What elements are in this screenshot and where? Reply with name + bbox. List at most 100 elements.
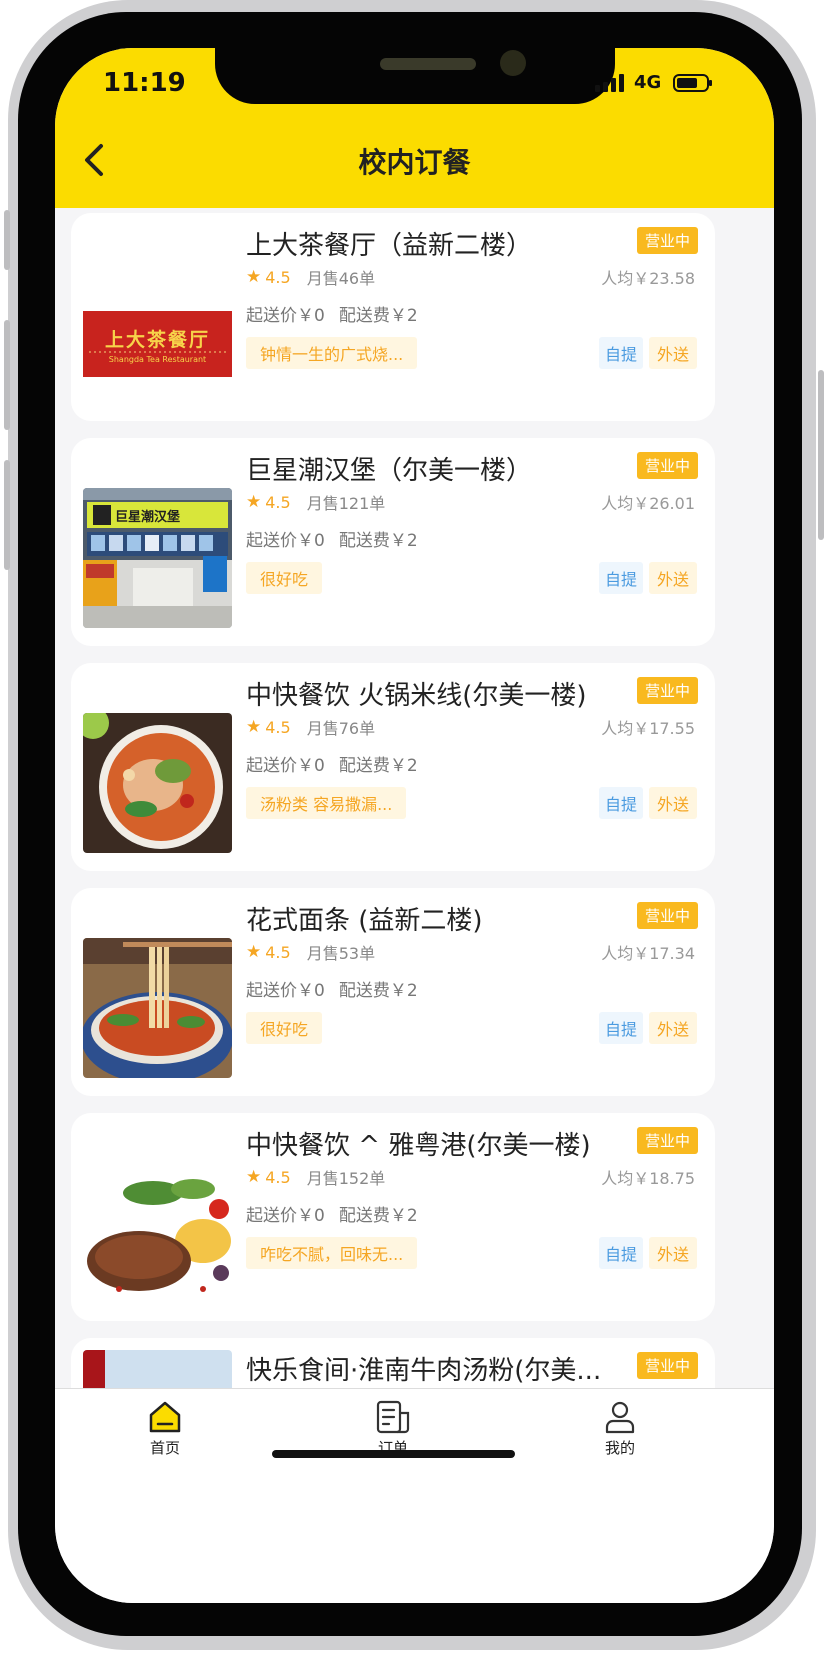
delivery-info: 起送价￥0 配送费￥2 <box>246 301 418 326</box>
pickup-tag: 自提 <box>599 1237 644 1269</box>
network-type: 4G <box>634 72 662 93</box>
tab-profile[interactable]: 我的 <box>560 1389 680 1458</box>
status-badge: 营业中 <box>637 1352 699 1379</box>
status-time: 11:19 <box>103 68 186 98</box>
mute-switch <box>4 210 10 270</box>
tab-home-label: 首页 <box>149 1439 180 1457</box>
bottom-tab-bar: 首页 订单 我的 <box>55 1388 774 1603</box>
status-badge: 营业中 <box>637 677 699 704</box>
tagline-tag: 钟情一生的广式烧... <box>246 337 418 369</box>
front-camera <box>500 50 526 76</box>
delivery-info: 起送价￥0 配送费￥2 <box>246 976 418 1001</box>
monthly-sales: 月售46单 <box>306 269 376 288</box>
delivery-fee: 配送费￥2 <box>338 306 418 326</box>
delivery-info: 起送价￥0 配送费￥2 <box>246 751 418 776</box>
restaurant-storefront-image: 巨星潮汉堡 <box>83 488 232 628</box>
rating-value: 4.5 <box>265 717 291 737</box>
monthly-sales: 月售76单 <box>306 719 376 738</box>
delivery-fee: 配送费￥2 <box>338 1206 418 1226</box>
rating-value: 4.5 <box>265 492 291 512</box>
app-header: 11:19 4G 校内订餐 <box>55 48 774 208</box>
min-order: 起送价￥0 <box>246 981 325 1001</box>
restaurant-card[interactable]: 中快餐饮 火锅米线(尔美一楼) 营业中 ★ 4.5 月售76单 人均￥17.55… <box>71 663 715 871</box>
storefront-sign-text: 巨星潮汉堡 <box>115 510 181 525</box>
restaurant-name[interactable]: 中快餐饮 ^ 雅粤港(尔美一楼) <box>246 1125 626 1162</box>
signal-icon <box>595 73 624 92</box>
restaurant-card[interactable]: 中快餐饮 ^ 雅粤港(尔美一楼) 营业中 ★ 4.5 月售152单 人均￥18.… <box>71 1113 715 1321</box>
star-icon: ★ <box>246 1167 262 1187</box>
star-icon: ★ <box>246 717 262 737</box>
rating-value: 4.5 <box>265 942 291 962</box>
order-icon <box>376 1400 410 1434</box>
status-badge: 营业中 <box>637 227 699 254</box>
restaurant-logo-image: 上大茶餐厅 Shangda Tea Restaurant <box>83 263 232 403</box>
power-button <box>818 370 824 540</box>
monthly-sales: 月售53单 <box>306 944 376 963</box>
delivery-info: 起送价￥0 配送费￥2 <box>246 526 418 551</box>
delivery-info: 起送价￥0 配送费￥2 <box>246 1201 418 1226</box>
status-badge: 营业中 <box>637 902 699 929</box>
delivery-fee: 配送费￥2 <box>338 981 418 1001</box>
restaurant-name[interactable]: 中快餐饮 火锅米线(尔美一楼) <box>246 675 626 712</box>
avg-price: 人均￥23.58 <box>601 269 695 288</box>
tagline-tag: 很好吃 <box>246 562 323 594</box>
steak-dish-image <box>83 1163 232 1303</box>
home-indicator[interactable] <box>272 1450 515 1458</box>
restaurant-list[interactable]: 上大茶餐厅 Shangda Tea Restaurant 上大茶餐厅（益新二楼）… <box>55 208 774 1438</box>
monthly-sales: 月售152单 <box>306 1169 386 1188</box>
logo-text: 上大茶餐厅 <box>104 329 210 351</box>
status-indicators: 4G <box>595 72 713 93</box>
star-icon: ★ <box>246 942 262 962</box>
restaurant-card[interactable]: 花式面条 (益新二楼) 营业中 ★ 4.5 月售53单 人均￥17.34 起送价… <box>71 888 715 1096</box>
avg-price: 人均￥17.55 <box>601 719 695 738</box>
rice-noodle-bowl-image <box>83 713 232 853</box>
tagline-tag: 咋吃不腻，回味无... <box>246 1237 418 1269</box>
pickup-tag: 自提 <box>599 337 644 369</box>
battery-icon <box>673 73 713 92</box>
monthly-sales: 月售121单 <box>306 494 386 513</box>
noodle-bowl-image <box>83 938 232 1078</box>
avg-price: 人均￥26.01 <box>601 494 695 513</box>
profile-icon <box>605 1401 635 1434</box>
page-title: 校内订餐 <box>358 146 471 179</box>
avg-price: 人均￥18.75 <box>601 1169 695 1188</box>
delivery-tag: 外送 <box>649 1237 698 1269</box>
home-icon <box>149 1401 181 1433</box>
volume-up-button <box>4 320 10 430</box>
delivery-fee: 配送费￥2 <box>338 756 418 776</box>
rating-row: ★ 4.5 月售152单 <box>246 1165 385 1189</box>
min-order: 起送价￥0 <box>246 756 325 776</box>
delivery-tag: 外送 <box>649 787 698 819</box>
restaurant-name[interactable]: 快乐食间·淮南牛肉汤粉(尔美... <box>246 1350 626 1387</box>
restaurant-name[interactable]: 巨星潮汉堡（尔美一楼） <box>246 450 626 487</box>
rating-value: 4.5 <box>265 1167 291 1187</box>
min-order: 起送价￥0 <box>246 1206 325 1226</box>
rating-row: ★ 4.5 月售121单 <box>246 490 385 514</box>
min-order: 起送价￥0 <box>246 531 325 551</box>
restaurant-card[interactable]: 巨星潮汉堡 巨星潮汉堡（尔美一楼） 营业中 ★ 4.5 月售121单 人均￥26… <box>71 438 715 646</box>
restaurant-card[interactable]: 上大茶餐厅 Shangda Tea Restaurant 上大茶餐厅（益新二楼）… <box>71 213 715 421</box>
min-order: 起送价￥0 <box>246 306 325 326</box>
star-icon: ★ <box>246 267 262 287</box>
rating-row: ★ 4.5 月售76单 <box>246 715 375 739</box>
tab-orders[interactable]: 订单 <box>333 1389 453 1458</box>
pickup-tag: 自提 <box>599 1012 644 1044</box>
pickup-tag: 自提 <box>599 562 644 594</box>
tagline-tag: 汤粉类 容易撒漏... <box>246 787 407 819</box>
app-screen: 11:19 4G 校内订餐 上大茶餐厅 Shangda Tea Restaura… <box>55 48 774 1603</box>
rating-value: 4.5 <box>265 267 291 287</box>
tab-profile-label: 我的 <box>604 1439 635 1457</box>
restaurant-name[interactable]: 花式面条 (益新二楼) <box>246 900 626 937</box>
delivery-tag: 外送 <box>649 337 698 369</box>
delivery-tag: 外送 <box>649 1012 698 1044</box>
avg-price: 人均￥17.34 <box>601 944 695 963</box>
status-badge: 营业中 <box>637 452 699 479</box>
logo-subtext: Shangda Tea Restaurant <box>108 355 207 364</box>
delivery-tag: 外送 <box>649 562 698 594</box>
rating-row: ★ 4.5 月售46单 <box>246 265 375 289</box>
restaurant-name[interactable]: 上大茶餐厅（益新二楼） <box>246 225 626 262</box>
pickup-tag: 自提 <box>599 787 644 819</box>
delivery-fee: 配送费￥2 <box>338 531 418 551</box>
star-icon: ★ <box>246 492 262 512</box>
tab-home[interactable]: 首页 <box>105 1389 225 1458</box>
